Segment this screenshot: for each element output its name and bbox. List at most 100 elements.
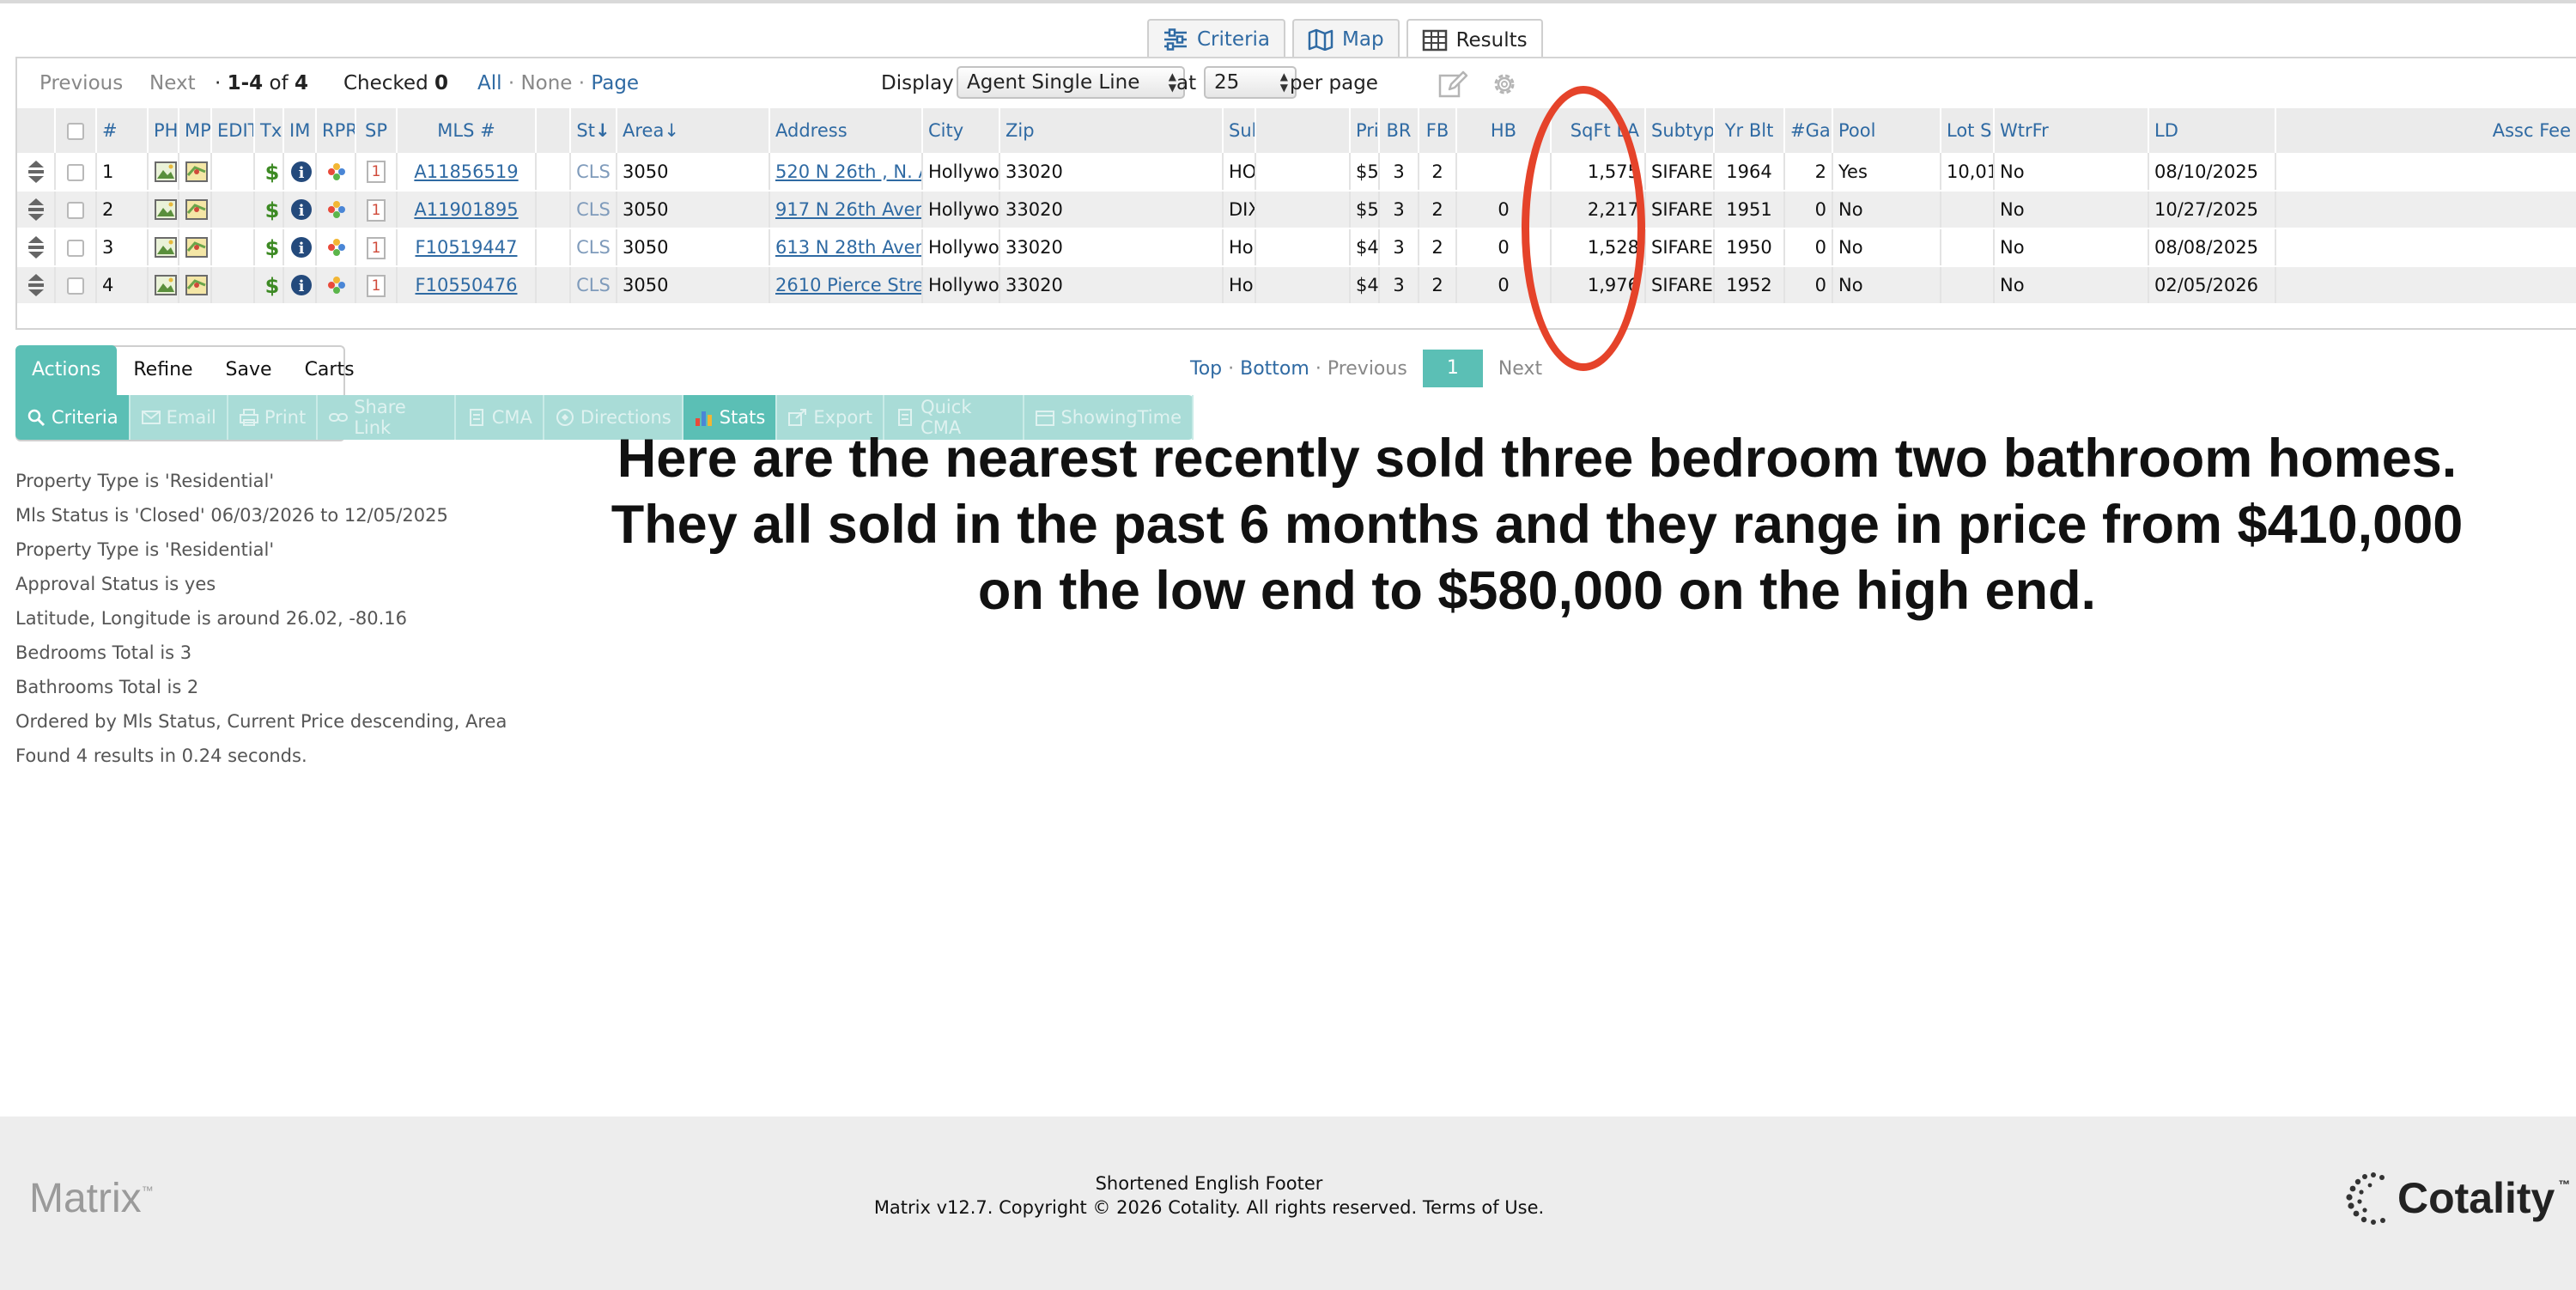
col-sp[interactable]: SP	[355, 108, 398, 153]
address-link[interactable]: 613 N 28th Avenue	[775, 237, 920, 258]
map-thumbnail-icon[interactable]	[185, 274, 209, 295]
mls-number-link[interactable]: A11856519	[414, 161, 518, 182]
col-status[interactable]: St↓	[570, 108, 617, 153]
row-checkbox[interactable]	[67, 277, 84, 295]
photo-icon[interactable]	[154, 236, 177, 258]
col-mls[interactable]: MLS #	[397, 108, 537, 153]
mls-cell[interactable]: F10550476	[397, 266, 537, 305]
address-link[interactable]: 520 N 26th , N. Avenue	[775, 161, 920, 182]
col-ph[interactable]: PH	[148, 108, 179, 153]
sp-cell[interactable]: 1	[355, 228, 398, 267]
row-checkbox[interactable]	[67, 163, 84, 181]
sp-count-badge[interactable]: 1	[367, 236, 386, 259]
row-checkbox[interactable]	[67, 202, 84, 219]
tab-map[interactable]: Map	[1292, 19, 1400, 58]
drag-handle-icon[interactable]	[25, 198, 47, 221]
col-subtype[interactable]: Subtype	[1645, 108, 1715, 153]
map-thumbnail-icon[interactable]	[185, 198, 209, 220]
col-br[interactable]: BR	[1379, 108, 1419, 153]
drag-handle[interactable]	[17, 191, 56, 229]
rpr-cell[interactable]	[316, 228, 356, 267]
share-link-button[interactable]: Share Link	[318, 395, 456, 440]
col-fb[interactable]: FB	[1419, 108, 1457, 153]
mls-cell[interactable]: F10519447	[397, 228, 537, 267]
address-cell[interactable]: 520 N 26th , N. Avenue	[769, 153, 923, 192]
info-cell[interactable]: i	[283, 228, 317, 267]
info-cell[interactable]: i	[283, 153, 317, 192]
tab-actions[interactable]: Actions	[15, 345, 118, 395]
photo-cell[interactable]	[148, 191, 179, 229]
tax-cell[interactable]: $	[254, 228, 284, 267]
per-page-select[interactable]: 25 ▲ ▼	[1204, 66, 1297, 99]
col-hb[interactable]: HB	[1456, 108, 1552, 153]
mls-number-link[interactable]: F10519447	[416, 237, 518, 258]
table-row[interactable]: 3 $ i 1 F10519447 CLS 3050 613 N 28th Avenue Hol…	[17, 228, 2576, 267]
col-wtrfr[interactable]: WtrFr	[1994, 108, 2149, 153]
tax-dollar-icon[interactable]: $	[260, 236, 282, 259]
tax-dollar-icon[interactable]: $	[260, 274, 282, 297]
col-lot[interactable]: Lot SF	[1941, 108, 1995, 153]
mls-number-link[interactable]: A11901895	[414, 199, 518, 220]
col-city[interactable]: City	[922, 108, 1000, 153]
display-select[interactable]: Agent Single Line ▲ ▼	[957, 66, 1185, 99]
pager-bottom-link[interactable]: Bottom	[1240, 358, 1309, 380]
col-rpr[interactable]: RPR	[316, 108, 356, 153]
col-tx[interactable]: Tx	[254, 108, 284, 153]
map-cell[interactable]	[179, 228, 212, 267]
info-icon[interactable]: i	[289, 236, 313, 258]
col-assc-fee[interactable]: Assc Fee	[2275, 108, 2576, 153]
mls-cell[interactable]: A11856519	[397, 153, 537, 192]
col-num[interactable]: #	[96, 108, 149, 153]
mls-cell[interactable]: A11901895	[397, 191, 537, 229]
address-link[interactable]: 917 N 26th Avenue	[775, 199, 920, 220]
tax-cell[interactable]: $	[254, 266, 284, 305]
table-row[interactable]: 1 $ i 1 A11856519 CLS 3050 520 N 26th , N. Aven…	[17, 153, 2576, 192]
tab-criteria[interactable]: Criteria	[1147, 19, 1286, 58]
drag-handle[interactable]	[17, 153, 56, 192]
pager-previous-link[interactable]: Previous	[1327, 358, 1407, 380]
sp-cell[interactable]: 1	[355, 266, 398, 305]
photo-cell[interactable]	[148, 153, 179, 192]
info-cell[interactable]: i	[283, 191, 317, 229]
map-thumbnail-icon[interactable]	[185, 236, 209, 258]
print-button[interactable]: Print	[228, 395, 319, 440]
tax-dollar-icon[interactable]: $	[260, 161, 282, 184]
col-subdiv[interactable]: Subdiv/Complex	[1223, 108, 1256, 153]
mls-number-link[interactable]: F10550476	[416, 275, 518, 295]
cma-button[interactable]: CMA	[456, 395, 544, 440]
photo-icon[interactable]	[154, 198, 177, 220]
pager-top-link[interactable]: Top	[1190, 358, 1222, 380]
photo-icon[interactable]	[154, 161, 177, 182]
row-checkbox-cell[interactable]	[55, 266, 97, 305]
next-link[interactable]: Next	[149, 72, 196, 94]
drag-handle-icon[interactable]	[25, 236, 47, 259]
tab-save[interactable]: Save	[210, 345, 289, 395]
rpr-icon[interactable]	[324, 161, 348, 181]
col-gar[interactable]: #Gar	[1784, 108, 1833, 153]
tab-carts[interactable]: Carts	[289, 345, 371, 395]
photo-cell[interactable]	[148, 228, 179, 267]
select-page-link[interactable]: Page	[591, 72, 639, 94]
rpr-icon[interactable]	[324, 198, 348, 219]
rpr-cell[interactable]	[316, 191, 356, 229]
sp-count-badge[interactable]: 1	[367, 274, 386, 297]
col-mp[interactable]: MP	[179, 108, 212, 153]
rpr-cell[interactable]	[316, 266, 356, 305]
criteria-button[interactable]: Criteria	[15, 395, 131, 440]
row-checkbox-cell[interactable]	[55, 153, 97, 192]
pager-next-link[interactable]: Next	[1498, 358, 1542, 380]
drag-handle[interactable]	[17, 266, 56, 305]
info-icon[interactable]: i	[289, 274, 313, 295]
col-area[interactable]: Area↓	[617, 108, 770, 153]
rpr-icon[interactable]	[324, 236, 348, 257]
sp-count-badge[interactable]: 1	[367, 198, 386, 222]
table-row[interactable]: 2 $ i 1 A11901895 CLS 3050 917 N 26th Avenue Hol…	[17, 191, 2576, 229]
col-zip[interactable]: Zip	[999, 108, 1224, 153]
drag-handle[interactable]	[17, 228, 56, 267]
col-edit[interactable]: EDIT	[211, 108, 255, 153]
info-icon[interactable]: i	[289, 161, 313, 182]
drag-handle-icon[interactable]	[25, 274, 47, 296]
sp-cell[interactable]: 1	[355, 191, 398, 229]
col-im[interactable]: IM	[283, 108, 317, 153]
rpr-cell[interactable]	[316, 153, 356, 192]
